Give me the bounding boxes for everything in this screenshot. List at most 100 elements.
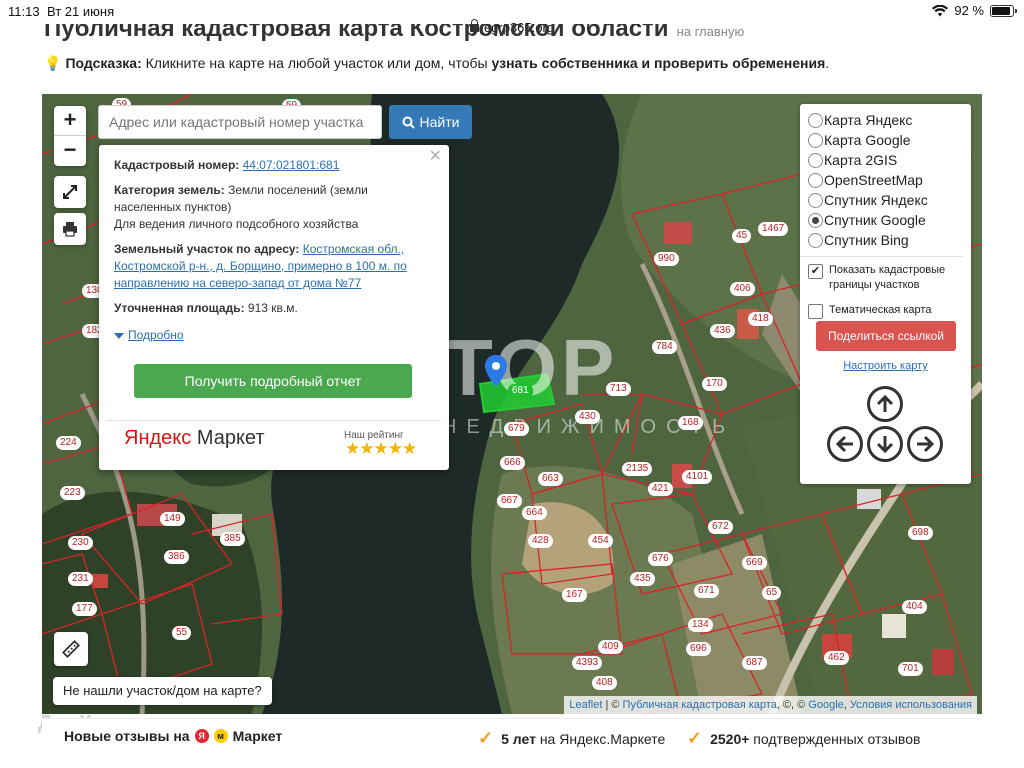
parcel-number-label[interactable]: 385 [220, 532, 245, 546]
parcel-number-label[interactable]: 430 [575, 410, 600, 424]
pan-left-button[interactable] [827, 426, 863, 462]
parcel-number-label[interactable]: 701 [898, 662, 923, 676]
reviews-bar: Новые отзывы на Ям Маркет ✓ 5 лет на Яндекс… [42, 718, 982, 768]
parcel-number-label[interactable]: 409 [598, 640, 623, 654]
parcel-number-label[interactable]: 436 [710, 324, 735, 338]
battery-percent: 92 % [954, 3, 984, 18]
layer-switcher: Карта Яндекс Карта Google Карта 2GIS OpenSt… [800, 104, 971, 484]
layer-option[interactable]: Карта Яндекс [808, 110, 971, 130]
parcel-number-label[interactable]: 664 [522, 506, 547, 520]
parcel-number-label[interactable]: 224 [56, 436, 81, 450]
parcel-number-label[interactable]: 65 [762, 586, 782, 600]
parcel-number-label[interactable]: 784 [652, 340, 677, 354]
parcel-number-label[interactable]: 1467 [758, 222, 789, 236]
thematic-map-checkbox[interactable] [808, 304, 823, 319]
parcel-number-label[interactable]: 428 [528, 534, 553, 548]
parcel-number-label[interactable]: 687 [742, 656, 767, 670]
parcel-number-label[interactable]: 418 [748, 312, 773, 326]
parcel-number-label[interactable]: 435 [630, 572, 655, 586]
radio-button[interactable] [808, 152, 823, 168]
parcel-number-label[interactable]: 2135 [622, 462, 653, 476]
parcel-number-label[interactable]: 696 [686, 642, 711, 656]
show-borders-option[interactable]: ✔ Показать кадастровые границы участков [808, 263, 971, 293]
parcel-number-label[interactable]: 667 [497, 494, 522, 508]
radio-button[interactable] [808, 212, 823, 228]
parcel-number-label[interactable]: 177 [72, 602, 97, 616]
parcel-number-label[interactable]: 698 [908, 526, 933, 540]
parcel-number-label[interactable]: 671 [694, 584, 719, 598]
parcel-number-label[interactable]: 4393 [572, 656, 603, 670]
parcel-number-label[interactable]: 462 [824, 651, 849, 665]
parcel-number-label[interactable]: 421 [648, 482, 673, 496]
leaflet-link[interactable]: Leaflet [569, 699, 602, 711]
parcel-number-label[interactable]: 406 [730, 282, 755, 296]
layer-option[interactable]: Спутник Яндекс [808, 190, 971, 210]
thematic-map-option[interactable]: Тематическая карта [808, 303, 971, 319]
radio-button[interactable] [808, 192, 823, 208]
cadastral-map[interactable]: ВЕКТОР НЕДВИЖИМОСТЬ 59224223230231177551… [42, 94, 982, 714]
parcel-number-label[interactable]: 404 [902, 600, 927, 614]
pkk-link[interactable]: Публичная кадастровая карта [623, 699, 777, 711]
parcel-number-label[interactable]: 230 [68, 536, 93, 550]
fullscreen-button[interactable] [54, 176, 86, 208]
radio-button[interactable] [808, 132, 823, 148]
rating-stars: ★★★★★ [345, 439, 417, 458]
parcel-number-label[interactable]: 149 [160, 512, 185, 526]
cadastral-number-link[interactable]: 44:07:021801:681 [243, 158, 340, 172]
zoom-out-button[interactable]: − [54, 136, 86, 166]
radio-button[interactable] [808, 112, 823, 128]
parcel-number-label[interactable]: 134 [688, 618, 713, 632]
pan-right-button[interactable] [907, 426, 943, 462]
parcel-number-label[interactable]: 666 [500, 456, 525, 470]
parcel-number-label[interactable]: 679 [504, 422, 529, 436]
pan-up-button[interactable] [867, 386, 903, 422]
divider [800, 256, 963, 257]
selected-parcel-label[interactable]: 681 [508, 384, 533, 398]
parcel-number-label[interactable]: 45 [732, 229, 752, 243]
search-button[interactable]: Найти [389, 105, 472, 139]
parcel-number-label[interactable]: 672 [708, 520, 733, 534]
search-input[interactable] [98, 105, 382, 139]
parcel-number-label[interactable]: 167 [562, 588, 587, 602]
parcel-number-label[interactable]: 170 [702, 377, 727, 391]
radio-button[interactable] [808, 232, 823, 248]
get-report-button[interactable]: Получить подробный отчет [134, 364, 412, 398]
show-borders-checkbox[interactable]: ✔ [808, 264, 823, 279]
zoom-in-button[interactable]: + [54, 106, 86, 136]
parcel-number-label[interactable]: 231 [68, 572, 93, 586]
yandex-market-logo[interactable]: Яндекс Маркет [124, 428, 265, 448]
breadcrumb[interactable]: на главную [677, 24, 745, 39]
layer-option[interactable]: Карта 2GIS [808, 150, 971, 170]
parcel-number-label[interactable]: 454 [588, 534, 613, 548]
parcel-number-label[interactable]: 386 [164, 550, 189, 564]
google-link[interactable]: Google [808, 699, 843, 711]
new-reviews[interactable]: Новые отзывы на Ям Маркет [64, 728, 282, 744]
layer-option[interactable]: Карта Google [808, 130, 971, 150]
terms-link[interactable]: Условия использования [850, 699, 972, 711]
details-toggle[interactable]: Подробно [114, 327, 434, 344]
parcel-number-label[interactable]: 168 [678, 416, 703, 430]
parcel-number-label[interactable]: 4101 [682, 470, 713, 484]
layer-option[interactable]: Спутник Bing [808, 230, 971, 250]
pan-down-button[interactable] [867, 426, 903, 462]
parcel-number-label[interactable]: 55 [172, 626, 192, 640]
parcel-number-label[interactable]: 713 [606, 382, 631, 396]
stat-reviews: ✓ 2520+ подтвержденных отзывов [687, 728, 921, 748]
parcel-number-label[interactable]: 990 [654, 252, 679, 266]
parcel-number-label[interactable]: 669 [742, 556, 767, 570]
parcel-number-label[interactable]: 223 [60, 486, 85, 500]
clock: 11:13 [8, 4, 40, 19]
layer-option[interactable]: OpenStreetMap [808, 170, 971, 190]
parcel-number-label[interactable]: 676 [648, 552, 673, 566]
parcel-number-label[interactable]: 408 [592, 676, 617, 690]
location-marker-icon[interactable] [485, 355, 507, 387]
close-icon[interactable]: × [429, 146, 441, 166]
share-link-button[interactable]: Поделиться ссылкой [816, 321, 956, 351]
measure-button[interactable] [54, 632, 88, 666]
parcel-number-label[interactable]: 663 [538, 472, 563, 486]
configure-map-link[interactable]: Настроить карту [800, 360, 971, 372]
radio-button[interactable] [808, 172, 823, 188]
print-button[interactable] [54, 213, 86, 245]
not-found-link[interactable]: Не нашли участок/дом на карте? [53, 677, 272, 705]
layer-option[interactable]: Спутник Google [808, 210, 971, 230]
